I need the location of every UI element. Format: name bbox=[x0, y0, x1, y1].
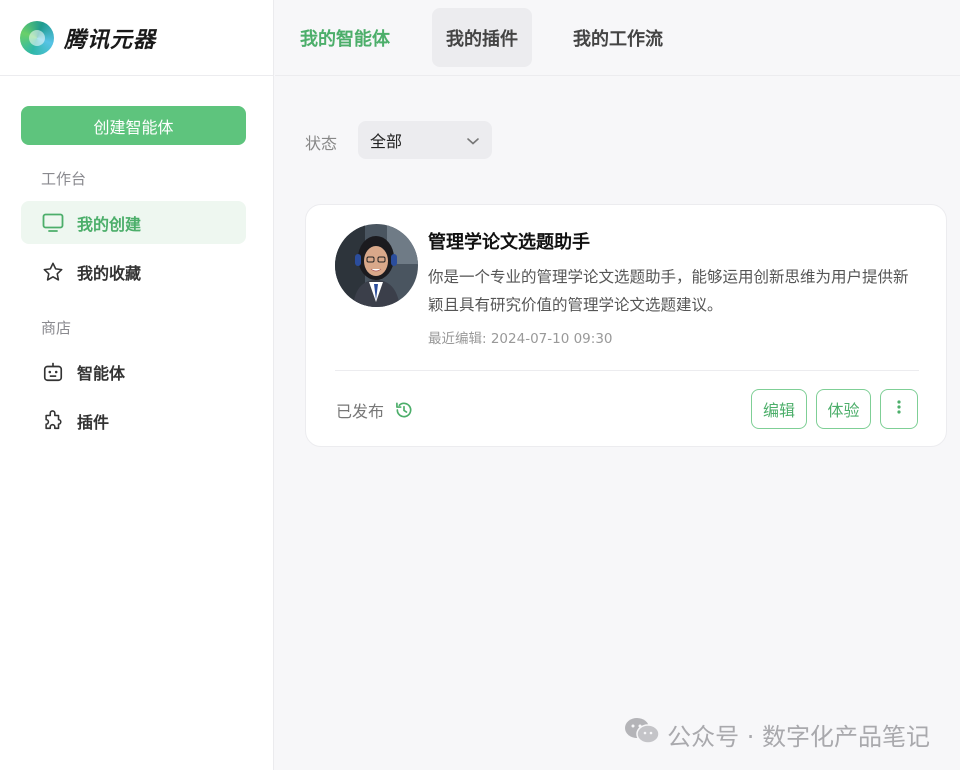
create-agent-button[interactable]: 创建智能体 bbox=[21, 106, 246, 145]
more-vertical-icon bbox=[897, 399, 901, 419]
wechat-icon bbox=[623, 716, 667, 752]
tab-my-agents[interactable]: 我的智能体 bbox=[286, 8, 404, 67]
brand-header: 腾讯元器 bbox=[0, 0, 273, 76]
edit-button[interactable]: 编辑 bbox=[751, 389, 807, 429]
tab-my-workflows[interactable]: 我的工作流 bbox=[559, 8, 677, 67]
sidebar-item-label: 我的收藏 bbox=[77, 263, 142, 283]
publish-status-label: 已发布 bbox=[336, 402, 385, 421]
robot-icon bbox=[41, 360, 65, 384]
agent-title: 管理学论文选题助手 bbox=[428, 232, 590, 253]
brand-logo-icon[interactable] bbox=[20, 20, 54, 55]
watermark: 公众号 · 数字化产品笔记 bbox=[623, 716, 930, 752]
sidebar-item-agents[interactable]: 智能体 bbox=[21, 350, 246, 393]
sidebar-item-label: 智能体 bbox=[77, 363, 126, 383]
puzzle-icon bbox=[41, 409, 65, 433]
card-divider bbox=[335, 370, 919, 371]
publish-status: 已发布 bbox=[336, 398, 414, 422]
more-options-button[interactable] bbox=[880, 389, 918, 429]
sidebar-item-label: 插件 bbox=[77, 412, 110, 432]
brand-name: 腾讯元器 bbox=[64, 27, 157, 53]
star-icon bbox=[41, 260, 65, 284]
workspace-section-label: 工作台 bbox=[41, 170, 87, 188]
sidebar-item-my-favorites[interactable]: 我的收藏 bbox=[21, 250, 246, 293]
sidebar-item-label: 我的创建 bbox=[77, 214, 142, 234]
history-icon[interactable] bbox=[394, 400, 414, 420]
store-section-label: 商店 bbox=[41, 319, 72, 337]
status-filter-value: 全部 bbox=[370, 132, 403, 151]
status-filter-label: 状态 bbox=[305, 134, 338, 153]
agent-card[interactable]: 管理学论文选题助手 你是一个专业的管理学论文选题助手，能够运用创新思维为用户提供… bbox=[305, 204, 947, 447]
sidebar-item-my-creations[interactable]: 我的创建 bbox=[21, 201, 246, 244]
top-tab-bar: 我的智能体 我的插件 我的工作流 bbox=[275, 0, 960, 76]
try-button[interactable]: 体验 bbox=[816, 389, 871, 429]
watermark-text: 公众号 · 数字化产品笔记 bbox=[667, 722, 930, 751]
agent-description: 你是一个专业的管理学论文选题助手，能够运用创新思维为用户提供新颖且具有研究价值的… bbox=[428, 268, 909, 314]
chevron-down-icon bbox=[466, 131, 480, 150]
agent-last-edited: 最近编辑: 2024-07-10 09:30 bbox=[428, 331, 613, 347]
monitor-icon bbox=[41, 211, 65, 235]
tab-my-plugins[interactable]: 我的插件 bbox=[432, 8, 532, 67]
agent-avatar bbox=[335, 224, 418, 307]
status-filter-select[interactable]: 全部 bbox=[358, 121, 492, 159]
sidebar-item-plugins[interactable]: 插件 bbox=[21, 399, 246, 442]
